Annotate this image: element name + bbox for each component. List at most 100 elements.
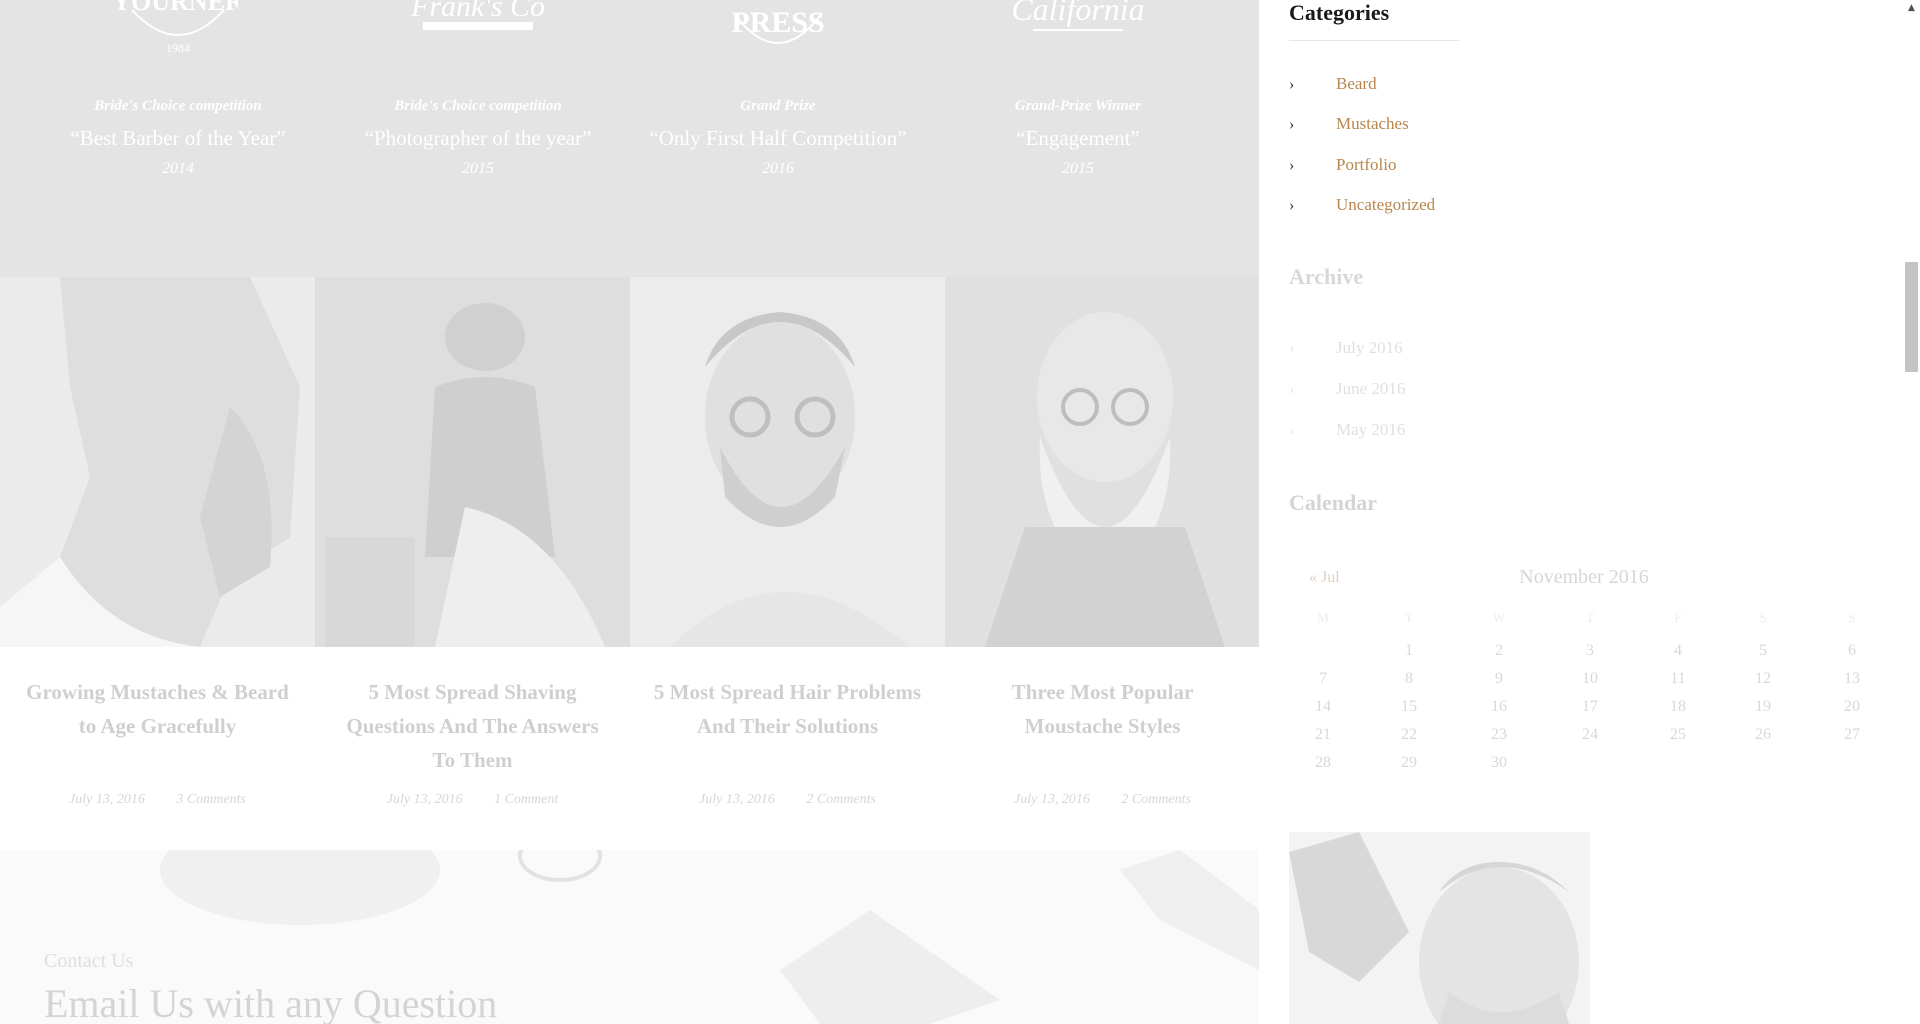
categories-divider: [1289, 40, 1459, 41]
categories-title: Categories: [1289, 0, 1390, 25]
calendar-weekday: M: [1317, 610, 1329, 625]
post-meta: July 13, 2016 1 Comment: [315, 792, 630, 808]
award-item: California Grand-Prize Winner “Engagemen…: [928, 0, 1228, 200]
calendar-week-row: 21 22 23 24 25 26 27: [1289, 726, 1879, 754]
blog-post-card[interactable]: 5 Most Spread Hair Problems And Their So…: [630, 277, 945, 850]
post-title[interactable]: 5 Most Spread Shaving Questions And The …: [335, 675, 610, 777]
blog-post-card[interactable]: 5 Most Spread Shaving Questions And The …: [315, 277, 630, 850]
page-scrollbar[interactable]: ▲: [1903, 0, 1920, 1024]
award-year: 2015: [1062, 160, 1094, 177]
chevron-right-icon: ›: [1289, 157, 1295, 174]
post-comments-link[interactable]: 1 Comment: [494, 792, 558, 807]
post-date[interactable]: July 13, 2016: [387, 792, 463, 807]
calendar-week-row: 28 29 30: [1289, 754, 1879, 782]
calendar-week-row: 7 8 9 10 11 12 13: [1289, 670, 1879, 698]
press-logo-icon: PRESS: [731, 6, 825, 44]
award-item: YOURNER 1984 Bride's Choice competition …: [28, 0, 328, 200]
calendar-day: 28: [1315, 754, 1331, 771]
post-comments-link[interactable]: 2 Comments: [1121, 792, 1191, 807]
scrollbar-thumb[interactable]: [1905, 262, 1918, 372]
calendar-day: 9: [1495, 670, 1503, 687]
post-date[interactable]: July 13, 2016: [699, 792, 775, 807]
calendar-day: 20: [1844, 698, 1860, 715]
calendar-weekday-row: MTWTFSS: [1289, 610, 1879, 642]
award-item: Frank's Co Bride's Choice competition “P…: [328, 0, 628, 200]
contact-section: Contact Us Email Us with any Question: [0, 850, 1259, 1024]
calendar-day: 16: [1491, 698, 1507, 715]
calendar-day: 12: [1755, 670, 1771, 687]
post-thumbnail[interactable]: [630, 277, 945, 647]
calendar-title: Calendar: [1289, 490, 1377, 515]
calendar-day: 2: [1495, 642, 1503, 659]
calendar-day: 7: [1319, 670, 1327, 687]
contact-label: Contact Us: [44, 950, 134, 972]
chevron-right-icon: ›: [1289, 340, 1295, 357]
calendar-week-row: 1 2 3 4 5 6: [1289, 642, 1879, 670]
award-title: “Best Barber of the Year”: [70, 126, 286, 150]
award-title: “Photographer of the year”: [364, 126, 592, 150]
award-title: “Engagement”: [1016, 126, 1140, 150]
blog-post-card[interactable]: Growing Mustaches & Beard to Age Gracefu…: [0, 277, 315, 850]
post-thumbnail[interactable]: [945, 277, 1259, 647]
award-year: 2016: [762, 160, 794, 177]
calendar-day: 27: [1844, 726, 1860, 743]
calendar-day: 10: [1582, 670, 1598, 687]
award-title: “Only First Half Competition”: [649, 126, 907, 150]
award-logo: PRESS: [718, 0, 838, 65]
calendar-weekday: W: [1492, 610, 1506, 625]
calendar-day: 18: [1670, 698, 1686, 715]
post-date[interactable]: July 13, 2016: [69, 792, 145, 807]
archive-label[interactable]: May 2016: [1336, 420, 1405, 440]
award-logo-text: PRESS: [731, 6, 824, 39]
blog-post-card[interactable]: Three Most Popular Moustache Styles July…: [945, 277, 1259, 850]
script-logo-icon: Frank's Co: [410, 0, 545, 30]
award-logo-sub: 1984: [166, 41, 190, 55]
award-logo: YOURNER 1984: [112, 0, 244, 65]
award-logo-text: YOURNER: [118, 0, 238, 16]
calendar-day: 11: [1670, 670, 1686, 687]
sidebar-image[interactable]: [1289, 832, 1590, 1024]
post-meta: July 13, 2016 2 Comments: [630, 792, 945, 808]
post-comments-link[interactable]: 3 Comments: [176, 792, 246, 807]
chevron-right-icon: ›: [1289, 422, 1295, 439]
calendar-day: 13: [1844, 670, 1860, 687]
award-logo-text: California: [1011, 0, 1144, 27]
post-title[interactable]: Three Most Popular Moustache Styles: [965, 675, 1240, 743]
california-logo-icon: California: [1011, 0, 1145, 31]
badge-logo-icon: YOURNER 1984: [112, 0, 244, 55]
calendar-day: 21: [1315, 726, 1331, 743]
caret-up-icon[interactable]: ▲: [1903, 0, 1920, 17]
post-comments-link[interactable]: 2 Comments: [806, 792, 876, 807]
post-date[interactable]: July 13, 2016: [1014, 792, 1090, 807]
archive-label[interactable]: July 2016: [1336, 338, 1403, 358]
calendar-day: 6: [1848, 642, 1856, 659]
calendar-day: 23: [1491, 726, 1507, 743]
calendar-weekday: T: [1586, 610, 1594, 625]
post-title[interactable]: Growing Mustaches & Beard to Age Gracefu…: [20, 675, 295, 743]
post-title[interactable]: 5 Most Spread Hair Problems And Their So…: [650, 675, 925, 743]
category-label[interactable]: Portfolio: [1336, 155, 1396, 175]
calendar-day: 29: [1401, 754, 1417, 771]
calendar-week-row: 14 15 16 17 18 19 20: [1289, 698, 1879, 726]
post-thumbnail[interactable]: [0, 277, 315, 647]
category-label[interactable]: Uncategorized: [1336, 195, 1435, 215]
category-label[interactable]: Beard: [1336, 74, 1377, 94]
award-logo: Frank's Co: [403, 0, 553, 49]
chevron-right-icon: ›: [1289, 116, 1295, 133]
archive-label[interactable]: June 2016: [1336, 379, 1405, 399]
award-logo: California: [1003, 0, 1153, 47]
calendar-day: 15: [1401, 698, 1417, 715]
calendar-day: 4: [1674, 642, 1682, 659]
calendar-day: 19: [1755, 698, 1771, 715]
calendar-day: 5: [1759, 642, 1767, 659]
calendar-day: 22: [1401, 726, 1417, 743]
chevron-right-icon: ›: [1289, 76, 1295, 93]
calendar-day: 8: [1405, 670, 1413, 687]
post-meta: July 13, 2016 3 Comments: [0, 792, 315, 808]
award-year: 2015: [462, 160, 494, 177]
awards-section: YOURNER 1984 Bride's Choice competition …: [0, 0, 1259, 277]
post-thumbnail[interactable]: [315, 277, 630, 647]
calendar-day: 24: [1582, 726, 1598, 743]
calendar-day: 25: [1670, 726, 1686, 743]
category-label[interactable]: Mustaches: [1336, 114, 1409, 134]
